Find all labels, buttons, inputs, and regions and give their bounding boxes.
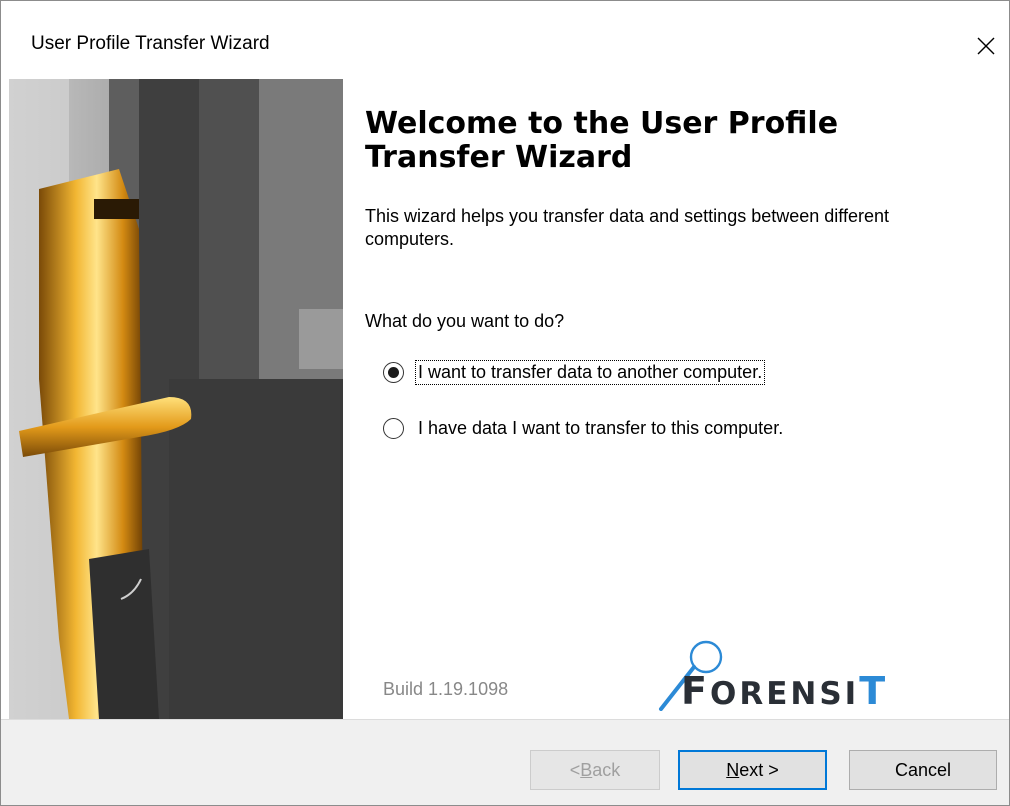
wizard-content: Welcome to the User Profile Transfer Wiz… xyxy=(1,79,1009,719)
door-lock-image xyxy=(9,79,343,719)
intro-text: This wizard helps you transfer data and … xyxy=(365,206,889,249)
radio-button-unselected[interactable] xyxy=(383,418,404,439)
close-button[interactable] xyxy=(963,21,1009,71)
back-button[interactable]: < Back xyxy=(530,750,660,790)
wizard-heading: Welcome to the User Profile Transfer Wiz… xyxy=(365,106,839,175)
option-label[interactable]: I want to transfer data to another compu… xyxy=(414,360,766,385)
question-label: What do you want to do? xyxy=(365,311,565,331)
option-label[interactable]: I have data I want to transfer to this c… xyxy=(416,417,785,440)
logo-text: FORENSIT xyxy=(681,669,889,713)
button-bar: < Back Next > Cancel xyxy=(1,719,1009,805)
option-transfer-to-this[interactable]: I have data I want to transfer to this c… xyxy=(383,417,785,440)
wizard-window: User Profile Transfer Wizard Welcome to … xyxy=(0,0,1010,806)
title-bar[interactable]: User Profile Transfer Wizard xyxy=(1,1,1009,79)
window-title: User Profile Transfer Wizard xyxy=(31,33,270,54)
cancel-button[interactable]: Cancel xyxy=(849,750,997,790)
close-icon xyxy=(977,37,995,55)
next-button[interactable]: Next > xyxy=(678,750,827,790)
radio-button-selected[interactable] xyxy=(383,362,404,383)
forensit-logo: FORENSIT xyxy=(681,669,888,713)
build-number: Build 1.19.1098 xyxy=(383,679,509,699)
option-transfer-to-another[interactable]: I want to transfer data to another compu… xyxy=(383,360,766,385)
